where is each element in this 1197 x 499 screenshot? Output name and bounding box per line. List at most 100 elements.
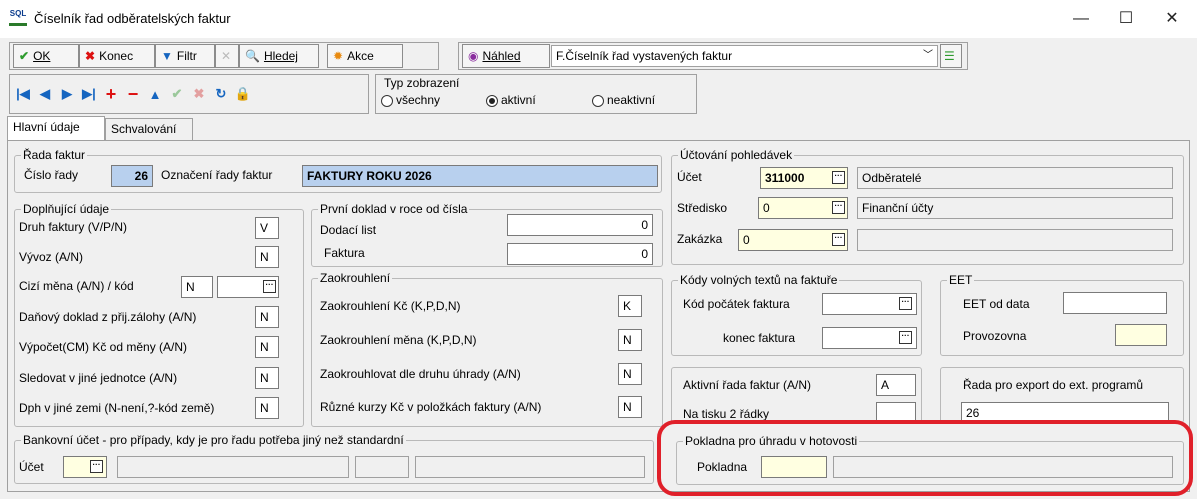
vyvoz-field[interactable]: N [255,246,279,268]
kody-group: Kódy volných textů na faktuře Kód počáte… [671,273,922,356]
filter-icon: ▼ [161,49,173,63]
stredisko-label: Středisko [677,201,728,215]
filtr-button[interactable]: ▼ Filtr [155,44,215,68]
nahled-button[interactable]: ◉ Náhled [462,44,550,68]
faktura-label: Faktura [324,246,365,260]
vypocet-label: Výpočet(CM) Kč od měny (A/N) [19,340,188,354]
dph-field[interactable]: N [255,397,279,419]
stredisko-name-field: Finanční účty [857,197,1173,219]
report-select[interactable]: F.Číselník řad vystavených faktur ﹀ [551,45,938,67]
last-record-icon[interactable]: ▶| [78,83,100,105]
report-toolbar: ◉ Náhled F.Číselník řad vystavených faktu… [458,42,968,70]
bankovni-ucet-label: Účet [19,460,44,474]
bankovni-ucet-bank-field [415,456,645,478]
bankovni-ucet-name-field [117,456,349,478]
danovy-doklad-field[interactable]: N [255,306,279,328]
navigation-toolbar: |◀ ◀ ▶ ▶| + − ▲ ✔ ✖ ↻ 🔒 [9,74,369,114]
sledovat-field[interactable]: N [255,367,279,389]
add-record-icon[interactable]: + [100,83,122,105]
delete-record-icon[interactable]: − [122,83,144,105]
check-icon: ✔ [19,49,30,63]
view-all-radio[interactable]: všechny [381,93,440,107]
list-button[interactable]: ☰ [940,44,962,68]
view-type-title: Typ zobrazení [384,76,460,90]
cizi-mena-label: Cizí měna (A/N) / kód [19,279,134,293]
dodaci-list-label: Dodací list [320,223,377,237]
kod-pocatek-lookup-icon[interactable]: ··· [899,297,912,310]
close-icon: ✖ [85,49,96,63]
rada-group: Řada faktur Číslo řady 26 Označení řady … [14,148,662,193]
refresh-icon[interactable]: ↻ [210,83,232,105]
kod-konec-lookup-icon[interactable]: ··· [899,331,912,344]
kod-konec-label: konec faktura [723,331,796,345]
tisk-label: Na tisku 2 řádky [683,407,770,421]
next-record-icon[interactable]: ▶ [56,83,78,105]
dph-label: Dph v jiné zemi (N-není,?-kód země) [19,401,215,415]
zaokrouhlovat-field[interactable]: N [618,363,642,385]
druh-faktury-field[interactable]: V [255,217,279,239]
faktura-field[interactable]: 0 [507,243,653,265]
eet-od-data-field[interactable] [1063,292,1167,314]
zaokrouhleni-mena-field[interactable]: N [618,329,642,351]
highlight-annotation [657,420,1193,496]
zakazka-name-field [857,229,1173,251]
tab-hlavni-udaje[interactable]: Hlavní údaje [7,116,105,140]
view-inactive-radio[interactable]: neaktivní [592,93,655,107]
view-active-radio[interactable]: aktivní [486,93,536,107]
provozovna-field[interactable] [1115,324,1167,346]
first-record-icon[interactable]: |◀ [12,83,34,105]
export-label: Řada pro export do ext. programů [963,378,1144,392]
minimize-button[interactable]: — [1059,2,1103,36]
cizi-mena-field[interactable]: N [181,276,213,298]
ok-button[interactable]: ✔ OK [13,44,79,68]
bankovni-ucet-lookup-icon[interactable]: ··· [90,460,103,473]
oznaceni-field[interactable]: FAKTURY ROKU 2026 [302,165,658,187]
maximize-button[interactable]: ☐ [1104,2,1148,36]
aktivni-group: Aktivní řada faktur (A/N) A Na tisku 2 ř… [671,367,922,424]
vyvoz-label: Vývoz (A/N) [19,250,84,264]
druh-faktury-label: Druh faktury (V/P/N) [19,220,128,234]
bankovni-group: Bankovní účet - pro případy, kdy je pro … [14,433,654,484]
chevron-down-icon: ﹀ [923,50,933,61]
aktivni-field[interactable]: A [876,374,916,396]
mena-kod-lookup-icon[interactable]: ··· [263,280,276,293]
search-icon: 🔍 [245,49,260,63]
view-type-group: Typ zobrazení všechny aktivní neaktivní [375,74,697,114]
hledej-button[interactable]: 🔍 Hledej [239,44,319,68]
uctovani-group: Účtování pohledávek Účet 311000 ··· Odbě… [671,148,1184,265]
prvni-doklad-group: První doklad v roce od čísla Dodací list… [311,202,663,267]
cancel-icon[interactable]: ✖ [188,83,210,105]
kod-pocatek-label: Kód počátek faktura [683,297,790,311]
akce-button[interactable]: ✹ Akce [327,44,403,68]
cislo-rady-field[interactable]: 26 [111,165,153,187]
ucet-lookup-icon[interactable]: ··· [832,171,845,184]
aktivni-label: Aktivní řada faktur (A/N) [683,378,812,392]
main-toolbar: ✔ OK ✖ Konec ▼ Filtr ✕ 🔍 Hledej ✹ Akce [9,42,439,70]
dodaci-list-field[interactable]: 0 [507,214,653,236]
close-button[interactable]: ✕ [1150,2,1194,36]
ruzne-kurzy-field[interactable]: N [618,396,642,418]
edit-record-icon[interactable]: ▲ [144,83,166,105]
sledovat-label: Sledovat v jiné jednotce (A/N) [19,371,178,385]
app-icon: SQL [9,10,27,26]
bankovni-ucet-code-field [355,456,409,478]
eet-od-data-label: EET od data [963,297,1030,311]
oznaceni-label: Označení řady faktur [161,168,273,182]
konec-button[interactable]: ✖ Konec [79,44,155,68]
list-icon: ☰ [944,49,955,63]
eet-group: EET EET od data Provozovna [940,273,1184,356]
clear-filter-icon: ✕ [221,49,232,63]
cislo-rady-label: Číslo řady [24,168,79,182]
zaokrouhleni-mena-label: Zaokrouhlení měna (K,P,D,N) [320,333,477,347]
confirm-icon[interactable]: ✔ [166,83,188,105]
doplnujici-group: Doplňující údaje Druh faktury (V/P/N) V … [14,202,304,427]
tab-schvalovani[interactable]: Schvalování [105,118,193,140]
previous-record-icon[interactable]: ◀ [34,83,56,105]
stredisko-lookup-icon[interactable]: ··· [832,201,845,214]
vypocet-field[interactable]: N [255,336,279,358]
zakazka-lookup-icon[interactable]: ··· [832,233,845,246]
danovy-doklad-label: Daňový doklad z přij.zálohy (A/N) [19,310,197,324]
lock-icon[interactable]: 🔒 [232,83,254,105]
zaokrouhleni-kc-field[interactable]: K [618,295,642,317]
clear-filter-button[interactable]: ✕ [215,44,239,68]
